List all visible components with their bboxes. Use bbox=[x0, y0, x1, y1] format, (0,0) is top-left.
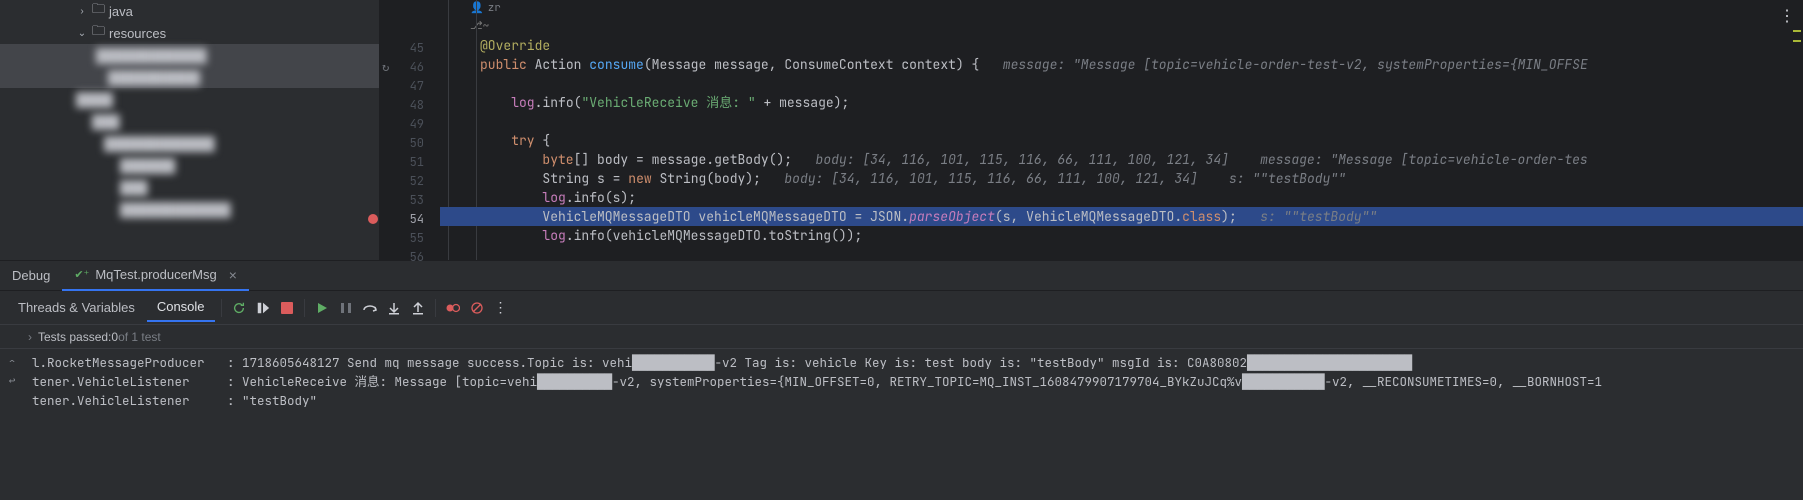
code-line[interactable]: String s = new String(body); body: [34, … bbox=[440, 169, 1803, 188]
gutter-line-number[interactable]: 49 bbox=[380, 114, 440, 133]
gutter-line-number[interactable]: 56 bbox=[380, 247, 440, 266]
tree-item-label: ███ bbox=[92, 114, 120, 129]
console-tab[interactable]: Console bbox=[147, 293, 215, 322]
soft-wrap-icon[interactable]: ↩ bbox=[4, 373, 20, 389]
close-icon[interactable]: × bbox=[229, 267, 237, 283]
console-line: tener.VehicleListener : VehicleReceive 消… bbox=[4, 372, 1799, 391]
code-line[interactable]: public Action consume(Message message, C… bbox=[440, 55, 1803, 74]
gutter-line-number[interactable]: 52 bbox=[380, 171, 440, 190]
step-out-button[interactable] bbox=[407, 297, 429, 319]
tests-total-label: of 1 test bbox=[118, 330, 161, 344]
author-annotation: 👤zr bbox=[440, 0, 1803, 17]
gutter-line-number[interactable]: 53 bbox=[380, 190, 440, 209]
tree-item-label: java bbox=[109, 4, 133, 19]
tree-item-label: ████████████ bbox=[96, 48, 207, 63]
run-button[interactable] bbox=[252, 297, 274, 319]
tree-item[interactable]: ████████████ bbox=[0, 198, 379, 220]
code-line[interactable]: log.info(s); bbox=[440, 188, 1803, 207]
tree-item-label: ████ bbox=[76, 92, 113, 107]
debug-tab-label[interactable]: Debug bbox=[0, 261, 62, 291]
chevron-icon: › bbox=[76, 6, 88, 17]
threads-variables-tab[interactable]: Threads & Variables bbox=[8, 294, 145, 321]
console-line: tener.VehicleListener : "testBody" bbox=[4, 391, 1799, 410]
pause-button[interactable] bbox=[335, 297, 357, 319]
step-over-button[interactable] bbox=[359, 297, 381, 319]
step-into-button[interactable] bbox=[383, 297, 405, 319]
toolbar-more-icon[interactable]: ⋮ bbox=[490, 297, 512, 319]
breakpoint-icon[interactable] bbox=[368, 214, 378, 224]
tree-item-label: resources bbox=[109, 26, 166, 41]
code-line[interactable] bbox=[440, 74, 1803, 93]
console-line: l.RocketMessageProducer : 1718605648127 … bbox=[4, 353, 1799, 372]
gutter-line-number[interactable]: 47 bbox=[380, 76, 440, 95]
tree-item-label: ██████ bbox=[120, 158, 175, 173]
code-editor[interactable]: 4546↻47484950515253545556 👤zr⎇~@Override… bbox=[380, 0, 1803, 260]
test-status-bar: › Tests passed: 0 of 1 test bbox=[0, 325, 1803, 349]
view-breakpoints-button[interactable] bbox=[442, 297, 464, 319]
tree-item[interactable]: ████ bbox=[0, 88, 379, 110]
mute-breakpoints-button[interactable] bbox=[466, 297, 488, 319]
debug-tool-window: Debug ✔⁺ MqTest.producerMsg × ⋮ Threads … bbox=[0, 260, 1803, 500]
gutter-line-number[interactable]: 46↻ bbox=[380, 57, 440, 76]
tree-item[interactable]: ██████ bbox=[0, 154, 379, 176]
override-icon[interactable]: ↻ bbox=[382, 59, 389, 75]
code-line[interactable] bbox=[440, 112, 1803, 131]
console-output[interactable]: ⌃ ↩ l.RocketMessageProducer : 1718605648… bbox=[0, 349, 1803, 500]
code-lens[interactable]: ⎇~ bbox=[440, 17, 1803, 36]
folder-icon: 🗀 bbox=[92, 0, 105, 22]
gutter-line-number[interactable]: 48 bbox=[380, 95, 440, 114]
minimap[interactable] bbox=[1793, 0, 1803, 260]
gutter-line-number[interactable]: 50 bbox=[380, 133, 440, 152]
project-tree[interactable]: ›🗀java⌄🗀resources███████████████████████… bbox=[0, 0, 380, 260]
tree-item[interactable]: ██████████ bbox=[0, 66, 379, 88]
scroll-top-icon[interactable]: ⌃ bbox=[4, 355, 20, 371]
tree-item[interactable]: ███ bbox=[0, 176, 379, 198]
stop-button[interactable] bbox=[276, 297, 298, 319]
tree-item-label: ████████████ bbox=[120, 202, 231, 217]
folder-icon: 🗀 bbox=[92, 22, 105, 44]
code-line[interactable]: try { bbox=[440, 131, 1803, 150]
tree-item[interactable]: ████████████ bbox=[0, 44, 379, 66]
tree-item[interactable]: ███ bbox=[0, 110, 379, 132]
code-line[interactable]: log.info("VehicleReceive 消息: " + message… bbox=[440, 93, 1803, 112]
tests-passed-count: 0 bbox=[111, 330, 118, 344]
tree-item-label: ████████████ bbox=[104, 136, 215, 151]
tree-item[interactable]: ⌄ 🗀 resources bbox=[0, 22, 379, 44]
code-line[interactable]: byte[] body = message.getBody(); body: [… bbox=[440, 150, 1803, 169]
code-line[interactable]: @Override bbox=[440, 36, 1803, 55]
run-config-name: MqTest.producerMsg bbox=[95, 267, 216, 282]
code-line[interactable]: VehicleMQMessageDTO vehicleMQMessageDTO … bbox=[440, 207, 1803, 226]
chevron-icon: ⌄ bbox=[76, 28, 88, 39]
gutter-line-number[interactable]: 45 bbox=[380, 38, 440, 57]
tree-item-label: ███ bbox=[120, 180, 148, 195]
tests-passed-label: Tests passed: bbox=[38, 330, 111, 344]
gutter-line-number[interactable]: 55 bbox=[380, 228, 440, 247]
gutter-line-number[interactable]: 51 bbox=[380, 152, 440, 171]
gutter-line-number[interactable]: 54 bbox=[380, 209, 440, 228]
test-ok-icon: ✔⁺ bbox=[74, 268, 89, 281]
tree-item[interactable]: › 🗀 java bbox=[0, 0, 379, 22]
code-line[interactable]: log.info(vehicleMQMessageDTO.toString())… bbox=[440, 226, 1803, 245]
run-config-tab[interactable]: ✔⁺ MqTest.producerMsg × bbox=[62, 261, 249, 291]
tree-item[interactable]: ████████████ bbox=[0, 132, 379, 154]
more-options-icon[interactable]: ⋮ bbox=[1779, 6, 1795, 26]
rerun-button[interactable] bbox=[228, 297, 250, 319]
tree-item-label: ██████████ bbox=[108, 70, 200, 85]
code-line[interactable] bbox=[440, 245, 1803, 260]
resume-button[interactable] bbox=[311, 297, 333, 319]
